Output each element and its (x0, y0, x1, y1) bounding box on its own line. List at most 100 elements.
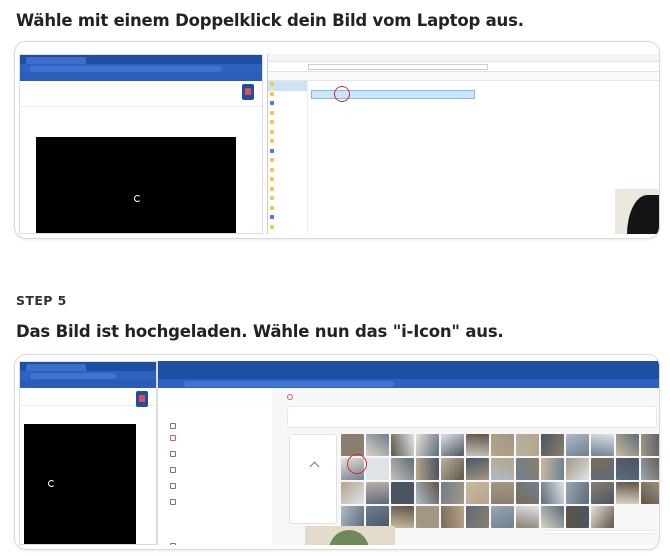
uploaded-image-thumbnail[interactable] (541, 506, 564, 528)
nav-edit[interactable] (170, 448, 260, 457)
uploaded-image-thumbnail[interactable] (591, 458, 614, 480)
highlight-circle (334, 86, 350, 102)
nav-explore[interactable] (170, 420, 260, 429)
bookmarks-bar (20, 380, 156, 388)
uploaded-image-thumbnail[interactable] (341, 506, 364, 528)
uploaded-image-thumbnail[interactable] (391, 458, 414, 480)
uploaded-image-thumbnail[interactable] (516, 434, 539, 456)
screenshot-card-file-dialog (14, 41, 660, 239)
sidebar-item (268, 214, 307, 224)
sidebar-item (268, 176, 307, 186)
midjourney-window (157, 361, 659, 545)
nav-chat[interactable] (170, 496, 260, 505)
uploaded-image-thumbnail[interactable] (441, 506, 464, 528)
uploaded-image-thumbnail[interactable] (491, 458, 514, 480)
sidebar-item (268, 129, 307, 139)
uploaded-image-thumbnail[interactable] (416, 434, 439, 456)
sidebar-item (268, 100, 307, 110)
midjourney-sidebar (158, 388, 274, 545)
browser-url-bar (20, 371, 156, 380)
step-label: STEP 5 (16, 293, 67, 308)
sidebar-item (268, 110, 307, 120)
instruction-heading-double-click: Wähle mit einem Doppelklick dein Bild vo… (16, 11, 524, 30)
midjourney-main (275, 388, 659, 545)
sidebar-item (268, 138, 307, 148)
explorer-title-bar (268, 54, 659, 62)
uploaded-image-thumbnail[interactable] (341, 434, 364, 456)
uploaded-image-thumbnail[interactable] (466, 506, 489, 528)
uploaded-image-thumbnail[interactable] (566, 458, 589, 480)
uploaded-image-thumbnail[interactable] (416, 506, 439, 528)
uploaded-image-thumbnail[interactable] (366, 482, 389, 504)
uploaded-image-thumbnail[interactable] (591, 434, 614, 456)
browser-url-bar (158, 379, 659, 388)
uploaded-image-thumbnail[interactable] (616, 458, 639, 480)
uploaded-image-thumbnail[interactable] (341, 482, 364, 504)
browser-tab (26, 364, 86, 371)
page-header (20, 81, 262, 107)
uploaded-image-thumbnail[interactable] (541, 434, 564, 456)
uploaded-image-thumbnail[interactable] (641, 458, 659, 480)
explorer-toolbar (268, 72, 659, 81)
uploaded-image-thumbnail[interactable] (416, 458, 439, 480)
url-field (184, 380, 394, 387)
uploaded-image-thumbnail[interactable] (416, 482, 439, 504)
uploaded-image-thumbnail[interactable] (641, 482, 659, 504)
uploaded-image-thumbnail[interactable] (466, 482, 489, 504)
loading-spinner-icon (134, 195, 141, 202)
sidebar-item (268, 205, 307, 215)
sidebar-item (268, 167, 307, 177)
uploaded-image-thumbnail[interactable] (466, 434, 489, 456)
image-editor-canvas (36, 137, 236, 233)
explorer-file-list (309, 81, 479, 234)
url-field (30, 372, 116, 379)
uploaded-image-thumbnail[interactable] (566, 482, 589, 504)
uploaded-image-thumbnail[interactable] (541, 458, 564, 480)
uploaded-image-thumbnail[interactable] (591, 506, 614, 528)
nav-personalize[interactable] (170, 464, 260, 473)
uploaded-image-thumbnail[interactable] (366, 434, 389, 456)
uploaded-image-thumbnail[interactable] (516, 482, 539, 504)
uploaded-image-thumbnail[interactable] (491, 506, 514, 528)
browser-tab (26, 57, 86, 64)
uploaded-image-thumbnail[interactable] (366, 458, 389, 480)
uploaded-image-thumbnail[interactable] (441, 482, 464, 504)
uploaded-image-thumbnail[interactable] (441, 434, 464, 456)
uploaded-image-thumbnail[interactable] (491, 434, 514, 456)
file-explorer-window (267, 54, 659, 234)
uploaded-image-thumbnail[interactable] (391, 434, 414, 456)
nav-create[interactable] (170, 432, 260, 441)
uploaded-image-thumbnail[interactable] (441, 458, 464, 480)
prompt-input[interactable] (287, 392, 507, 401)
preview-image (305, 526, 395, 545)
site-logo (136, 391, 148, 407)
uploaded-image-thumbnail[interactable] (641, 434, 659, 456)
nav-organize[interactable] (170, 480, 260, 489)
uploaded-image-thumbnail[interactable] (566, 506, 589, 528)
sidebar-item (268, 186, 307, 196)
explorer-recent-files (480, 81, 659, 234)
uploaded-image-thumbnail[interactable] (491, 482, 514, 504)
uploaded-image-thumbnail[interactable] (541, 482, 564, 504)
uploaded-image-thumbnail[interactable] (516, 458, 539, 480)
browser-tab-bar (20, 55, 262, 64)
sidebar-item (268, 119, 307, 129)
upload-drop-zone[interactable] (289, 434, 337, 524)
hint-tooltip (545, 531, 655, 533)
uploaded-image-thumbnail[interactable] (616, 434, 639, 456)
uploaded-image-thumbnail[interactable] (366, 506, 389, 528)
photo-preview-silhouette (615, 189, 659, 234)
uploaded-image-thumbnail[interactable] (516, 506, 539, 528)
browser-window (19, 54, 263, 234)
nav-tasks[interactable] (170, 540, 260, 545)
uploaded-image-thumbnail[interactable] (566, 434, 589, 456)
loading-spinner-icon (48, 480, 55, 487)
uploaded-image-thumbnail[interactable] (591, 482, 614, 504)
uploaded-image-thumbnail[interactable] (466, 458, 489, 480)
browser-tab-bar (20, 362, 156, 371)
page-header (20, 388, 156, 407)
uploaded-image-thumbnail[interactable] (616, 482, 639, 504)
uploaded-image-thumbnail[interactable] (391, 482, 414, 504)
uploaded-image-thumbnail[interactable] (391, 506, 414, 528)
instruction-heading-i-icon: Das Bild ist hochgeladen. Wähle nun das … (16, 322, 504, 341)
